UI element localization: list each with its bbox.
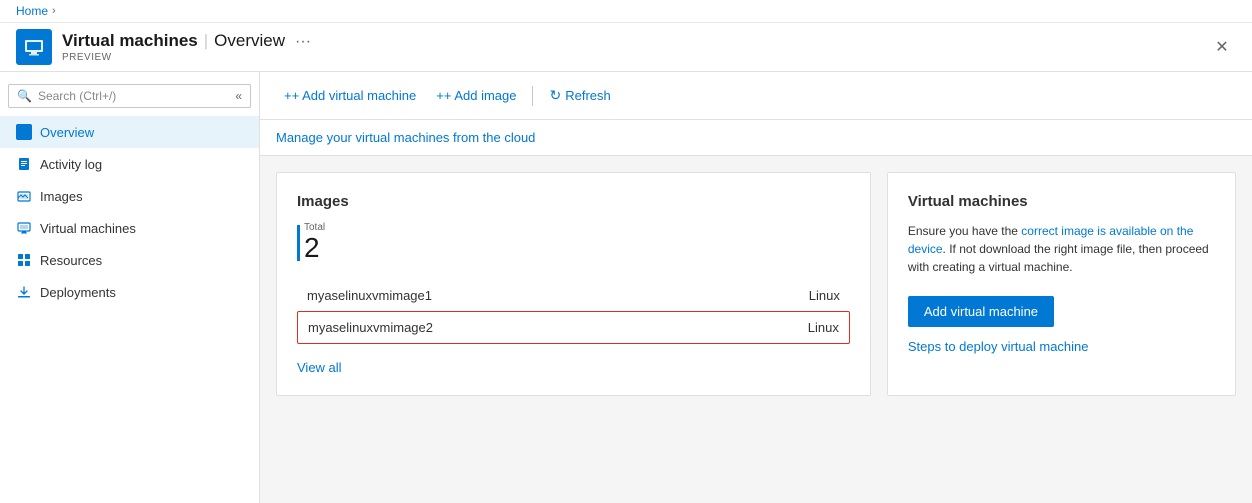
images-panel: Images Total 2 myaselinuxvmimage1 Linux …	[276, 172, 871, 396]
image-row-1[interactable]: myaselinuxvmimage1 Linux	[297, 280, 850, 311]
sidebar-item-images[interactable]: Images	[0, 180, 259, 212]
image-list: myaselinuxvmimage1 Linux myaselinuxvmima…	[297, 280, 850, 344]
images-icon	[16, 188, 32, 204]
total-count: 2	[304, 232, 320, 263]
app-title: Virtual machines	[62, 31, 198, 51]
sidebar-label-overview: Overview	[40, 125, 94, 140]
search-icon: 🔍	[17, 89, 32, 103]
image-os-2: Linux	[808, 320, 839, 335]
toolbar: + + Add virtual machine + + Add image ↻ …	[260, 72, 1252, 120]
page-title: Overview	[214, 31, 285, 51]
add-image-plus-icon: +	[436, 88, 444, 103]
virtual-machines-icon	[16, 220, 32, 236]
deployments-icon	[16, 284, 32, 300]
sidebar-item-deployments[interactable]: Deployments	[0, 276, 259, 308]
count-info: Total 2	[304, 222, 325, 264]
sidebar-label-activity-log: Activity log	[40, 157, 102, 172]
sidebar-label-deployments: Deployments	[40, 285, 116, 300]
image-os-1: Linux	[809, 288, 840, 303]
image-name-1: myaselinuxvmimage1	[307, 288, 432, 303]
image-row-2[interactable]: myaselinuxvmimage2 Linux	[297, 311, 850, 344]
count-accent-bar	[297, 225, 300, 261]
close-button[interactable]: ✕	[1208, 33, 1236, 61]
activity-log-icon	[16, 156, 32, 172]
vm-panel: Virtual machines Ensure you have the cor…	[887, 172, 1236, 396]
breadcrumb-separator: ›	[52, 5, 56, 17]
steps-to-deploy-link[interactable]: Steps to deploy virtual machine	[908, 339, 1089, 354]
resources-icon	[16, 252, 32, 268]
refresh-icon: ↻	[549, 87, 561, 104]
sidebar-label-virtual-machines: Virtual machines	[40, 221, 136, 236]
vm-panel-title: Virtual machines	[908, 193, 1215, 210]
add-image-label: + Add image	[444, 88, 517, 103]
sidebar-label-resources: Resources	[40, 253, 102, 268]
panels-container: Images Total 2 myaselinuxvmimage1 Linux …	[260, 156, 1252, 412]
title-separator: |	[204, 31, 208, 51]
preview-badge: PREVIEW	[62, 52, 1208, 63]
vm-desc-part2: . If not download the right image file, …	[908, 242, 1209, 274]
vm-description: Ensure you have the correct image is ava…	[908, 222, 1215, 276]
add-image-button[interactable]: + + Add image	[428, 83, 524, 108]
add-vm-plus-icon: +	[284, 88, 292, 103]
toolbar-separator	[532, 86, 533, 106]
sidebar-item-resources[interactable]: Resources	[0, 244, 259, 276]
vm-icon	[23, 36, 45, 58]
sidebar-item-activity-log[interactable]: Activity log	[0, 148, 259, 180]
breadcrumb-home[interactable]: Home	[16, 4, 48, 18]
overview-icon	[16, 124, 32, 140]
page-description: Manage your virtual machines from the cl…	[276, 130, 535, 145]
images-panel-title: Images	[297, 193, 850, 210]
image-name-2: myaselinuxvmimage2	[308, 320, 433, 335]
sidebar-label-images: Images	[40, 189, 83, 204]
refresh-label: Refresh	[565, 88, 611, 103]
add-vm-toolbar-button[interactable]: + + Add virtual machine	[276, 83, 424, 108]
add-vm-label: + Add virtual machine	[292, 88, 417, 103]
collapse-icon[interactable]: «	[235, 89, 242, 103]
sidebar-item-overview[interactable]: Overview	[0, 116, 259, 148]
title-dots[interactable]: ···	[295, 33, 311, 51]
view-all-link[interactable]: View all	[297, 360, 342, 375]
refresh-button[interactable]: ↻ Refresh	[541, 82, 618, 109]
search-input[interactable]	[38, 89, 188, 103]
app-icon	[16, 29, 52, 65]
count-bar: Total 2	[297, 222, 850, 264]
vm-desc-part1: Ensure you have the	[908, 224, 1021, 238]
add-virtual-machine-button[interactable]: Add virtual machine	[908, 296, 1054, 327]
search-box[interactable]: 🔍 «	[8, 84, 251, 108]
sidebar-item-virtual-machines[interactable]: Virtual machines	[0, 212, 259, 244]
